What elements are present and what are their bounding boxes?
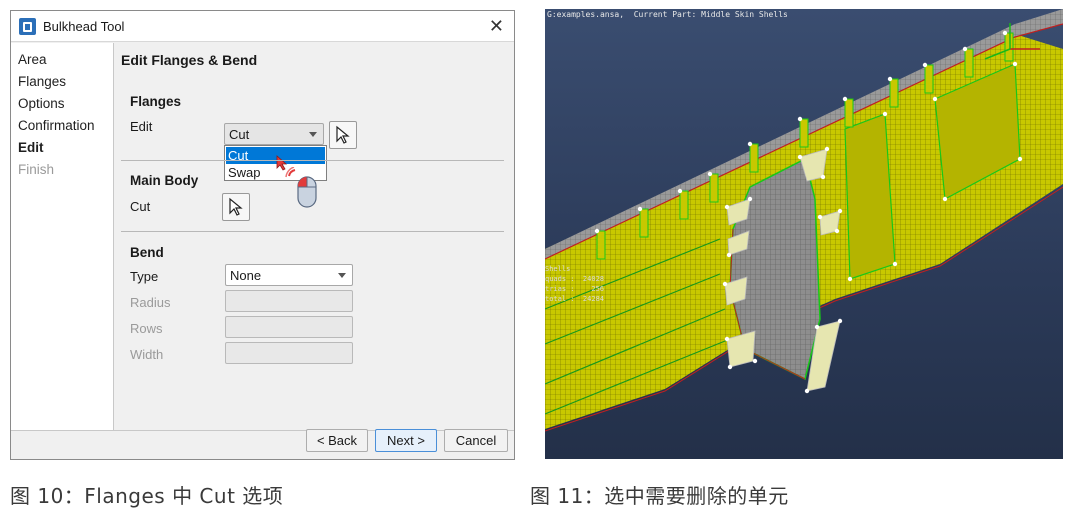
bend-type-combo[interactable]: None [225,264,353,286]
cursor-pointer-icon [336,125,350,144]
flanges-pick-button[interactable] [329,121,357,149]
bend-width-field [225,342,353,364]
title-bar: Bulkhead Tool ✕ [11,11,514,42]
bulkhead-tool-dialog: Bulkhead Tool ✕ Area Flanges Options Con… [10,10,515,460]
separator [121,231,504,232]
caption-figure-10: 图 10：Flanges 中 Cut 选项 [10,484,284,508]
window-title: Bulkhead Tool [43,19,125,34]
stat-quads: quads : 24028 [545,275,605,283]
sidebar-item-confirmation[interactable]: Confirmation [18,118,95,133]
flanges-edit-label: Edit [130,119,153,134]
back-button[interactable]: < Back [306,429,368,452]
mouse-left-click-icon [285,167,317,208]
sidebar-item-finish: Finish [18,162,55,177]
stat-shells: Shells [545,265,571,273]
ansa-3d-viewport[interactable]: G:examples.ansa, Current Part: Middle Sk… [545,9,1063,459]
mesh-model [545,9,1063,432]
bend-heading: Bend [130,245,164,260]
flanges-edit-value: Cut [229,127,250,142]
sidebar-item-edit[interactable]: Edit [18,140,44,155]
flanges-heading: Flanges [130,94,182,109]
wizard-steps-sidebar: Area Flanges Options Confirmation Edit F… [11,43,114,430]
page: Bulkhead Tool ✕ Area Flanges Options Con… [0,0,1080,516]
caption-figure-11: 图 11：选中需要删除的单元 [530,484,789,508]
main-body-cut-label: Cut [130,199,151,214]
dialog-footer: < Back Next > Cancel [11,429,514,459]
stat-total: total : 24284 [545,295,605,303]
main-body-pick-button[interactable] [222,193,250,221]
main-body-heading: Main Body [130,173,199,188]
chevron-down-icon [309,132,317,137]
stat-trias: trias : 256 [545,285,605,293]
bend-rows-field [225,316,353,338]
panel-title: Edit Flanges & Bend [121,52,258,68]
close-icon[interactable]: ✕ [489,16,504,37]
bend-radius-field [225,290,353,312]
cancel-button[interactable]: Cancel [444,429,508,452]
cursor-pointer-icon [229,197,243,216]
bend-type-value: None [230,268,262,283]
edit-panel: Edit Flanges & Bend Flanges Edit Cut Cut… [115,43,514,430]
chevron-down-icon [338,273,346,278]
next-button[interactable]: Next > [375,429,437,452]
app-icon [19,18,36,35]
bend-radius-label: Radius [130,295,171,310]
sidebar-item-options[interactable]: Options [18,96,65,111]
sidebar-item-area[interactable]: Area [18,52,47,67]
bend-width-label: Width [130,347,164,362]
sidebar-item-flanges[interactable]: Flanges [18,74,66,89]
viewport-header-text: G:examples.ansa, Current Part: Middle Sk… [547,10,788,19]
flanges-edit-combo[interactable]: Cut [224,123,324,145]
bend-rows-label: Rows [130,321,163,336]
bend-type-label: Type [130,269,159,284]
separator [121,160,504,161]
